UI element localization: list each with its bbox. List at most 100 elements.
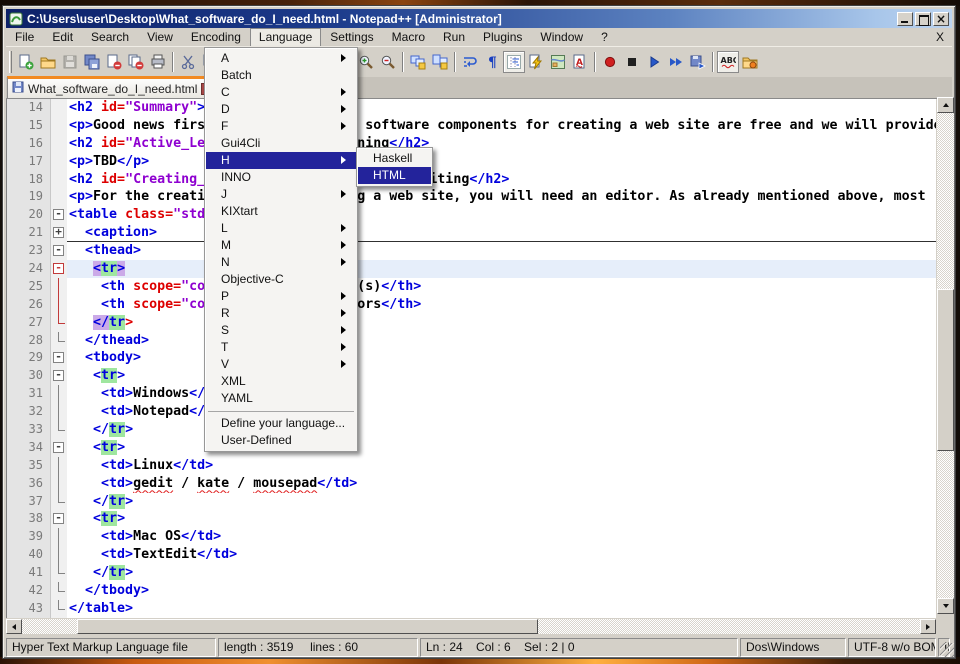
menubar-item-edit[interactable]: Edit: [43, 28, 82, 47]
close-all-icon[interactable]: [125, 51, 147, 73]
line-number[interactable]: 19: [7, 188, 51, 206]
macro-record-icon[interactable]: [599, 51, 621, 73]
close-icon[interactable]: [103, 51, 125, 73]
language-menu-item-user-defined[interactable]: User-Defined: [206, 432, 356, 449]
line-number[interactable]: 23: [7, 242, 51, 260]
toolbar-grip[interactable]: [9, 51, 12, 73]
language-menu-item-j[interactable]: J: [206, 186, 356, 203]
macro-stop-icon[interactable]: [621, 51, 643, 73]
code-text[interactable]: </tr>: [67, 314, 936, 332]
fold-marker[interactable]: [51, 349, 67, 367]
code-text[interactable]: <h2 id="Active_Learning">Active Learning…: [67, 135, 936, 153]
fold-marker[interactable]: [51, 260, 67, 278]
code-text[interactable]: </table>: [67, 600, 936, 618]
line-number[interactable]: 18: [7, 171, 51, 189]
line-number[interactable]: 24: [7, 260, 51, 278]
show-all-characters-icon[interactable]: ¶: [481, 51, 503, 73]
language-submenu-item-html[interactable]: HTML: [358, 167, 431, 184]
code-text[interactable]: <th scope="col">Operating system(s)</th>: [67, 278, 936, 296]
spell-check-icon[interactable]: ABC: [717, 51, 739, 73]
close-button[interactable]: [933, 12, 949, 26]
menubar-item-window[interactable]: Window: [531, 28, 592, 47]
line-number[interactable]: 27: [7, 314, 51, 332]
horizontal-scrollbar[interactable]: [6, 619, 936, 634]
code-text[interactable]: <caption>: [67, 224, 936, 242]
zoom-out-icon[interactable]: [377, 51, 399, 73]
language-menu-item-r[interactable]: R: [206, 305, 356, 322]
function-completion-icon[interactable]: [525, 51, 547, 73]
fold-marker[interactable]: [51, 224, 67, 242]
line-number[interactable]: 35: [7, 457, 51, 475]
line-number[interactable]: 17: [7, 153, 51, 171]
menubar-item-settings[interactable]: Settings: [321, 28, 382, 47]
code-text[interactable]: <td>TextEdit</td>: [67, 546, 936, 564]
code-text[interactable]: <td>gedit / kate / mousepad</td>: [67, 475, 936, 493]
code-text[interactable]: <td>Mac OS</td>: [67, 528, 936, 546]
language-menu-item-d[interactable]: D: [206, 101, 356, 118]
cut-icon[interactable]: [177, 51, 199, 73]
line-number[interactable]: 30: [7, 367, 51, 385]
language-menu-item-c[interactable]: C: [206, 84, 356, 101]
language-menu-item-a[interactable]: A: [206, 50, 356, 67]
language-menu-item-yaml[interactable]: YAML: [206, 390, 356, 407]
line-number[interactable]: 34: [7, 439, 51, 457]
code-text[interactable]: <td>Notepad</td>: [67, 403, 936, 421]
language-menu-item-l[interactable]: L: [206, 220, 356, 237]
code-text[interactable]: <p>Good news first: All the standard sof…: [67, 117, 936, 135]
menubar-item-encoding[interactable]: Encoding: [182, 28, 250, 47]
menubar-item--[interactable]: ?: [592, 28, 617, 47]
code-text[interactable]: <tr>: [67, 510, 936, 528]
code-text[interactable]: <tr>: [67, 367, 936, 385]
menubar-item-run[interactable]: Run: [434, 28, 474, 47]
language-menu-item-s[interactable]: S: [206, 322, 356, 339]
sync-vertical-scrolling-icon[interactable]: [407, 51, 429, 73]
language-menu-item-inno[interactable]: INNO: [206, 169, 356, 186]
new-file-icon[interactable]: [15, 51, 37, 73]
macro-run-multiple-icon[interactable]: [665, 51, 687, 73]
line-number[interactable]: 21: [7, 224, 51, 242]
horizontal-scroll-thumb[interactable]: [77, 619, 538, 634]
line-number[interactable]: 29: [7, 349, 51, 367]
editor[interactable]: 14<h2 id="Summary">Summary</h2>15<p>Good…: [6, 99, 936, 618]
scroll-down-button[interactable]: [937, 598, 954, 614]
language-menu-item-n[interactable]: N: [206, 254, 356, 271]
code-text[interactable]: <tr>: [67, 260, 936, 278]
code-text[interactable]: </thead>: [67, 332, 936, 350]
code-text[interactable]: </tr>: [67, 564, 936, 582]
code-text[interactable]: </tr>: [67, 421, 936, 439]
document-close-button[interactable]: X: [928, 30, 952, 44]
language-menu-item-h[interactable]: H: [206, 152, 356, 169]
code-text[interactable]: <td>Windows</td>: [67, 385, 936, 403]
line-number[interactable]: 41: [7, 564, 51, 582]
code-text[interactable]: <thead>: [67, 242, 936, 260]
line-number[interactable]: 39: [7, 528, 51, 546]
code-text[interactable]: <p>TBD</p>: [67, 153, 936, 171]
menubar-item-file[interactable]: File: [6, 28, 43, 47]
macro-save-icon[interactable]: [687, 51, 709, 73]
function-list-icon[interactable]: A: [569, 51, 591, 73]
language-menu-item-m[interactable]: M: [206, 237, 356, 254]
line-number[interactable]: 28: [7, 332, 51, 350]
fold-marker[interactable]: [51, 242, 67, 260]
vertical-scrollbar[interactable]: [937, 97, 954, 614]
line-number[interactable]: 16: [7, 135, 51, 153]
line-number[interactable]: 43: [7, 600, 51, 618]
line-number[interactable]: 14: [7, 99, 51, 117]
code-text[interactable]: <tr>: [67, 439, 936, 457]
code-text[interactable]: <h2 id="Summary">Summary</h2>: [67, 99, 936, 117]
menubar-item-macro[interactable]: Macro: [383, 28, 434, 47]
scroll-left-button[interactable]: [6, 619, 22, 634]
line-number[interactable]: 20: [7, 206, 51, 224]
tab-active[interactable]: What_software_do_I_need.html: [7, 76, 219, 98]
language-menu-item-p[interactable]: P: [206, 288, 356, 305]
document-map-icon[interactable]: [547, 51, 569, 73]
code-text[interactable]: <h2 id="Creating_and_editing">Creating a…: [67, 171, 936, 189]
fold-marker[interactable]: [51, 439, 67, 457]
language-menu-item-batch[interactable]: Batch: [206, 67, 356, 84]
zoom-in-icon[interactable]: [355, 51, 377, 73]
maximize-button[interactable]: [915, 12, 931, 26]
line-number[interactable]: 31: [7, 385, 51, 403]
language-menu-item-xml[interactable]: XML: [206, 373, 356, 390]
language-menu-item-f[interactable]: F: [206, 118, 356, 135]
fold-marker[interactable]: [51, 367, 67, 385]
